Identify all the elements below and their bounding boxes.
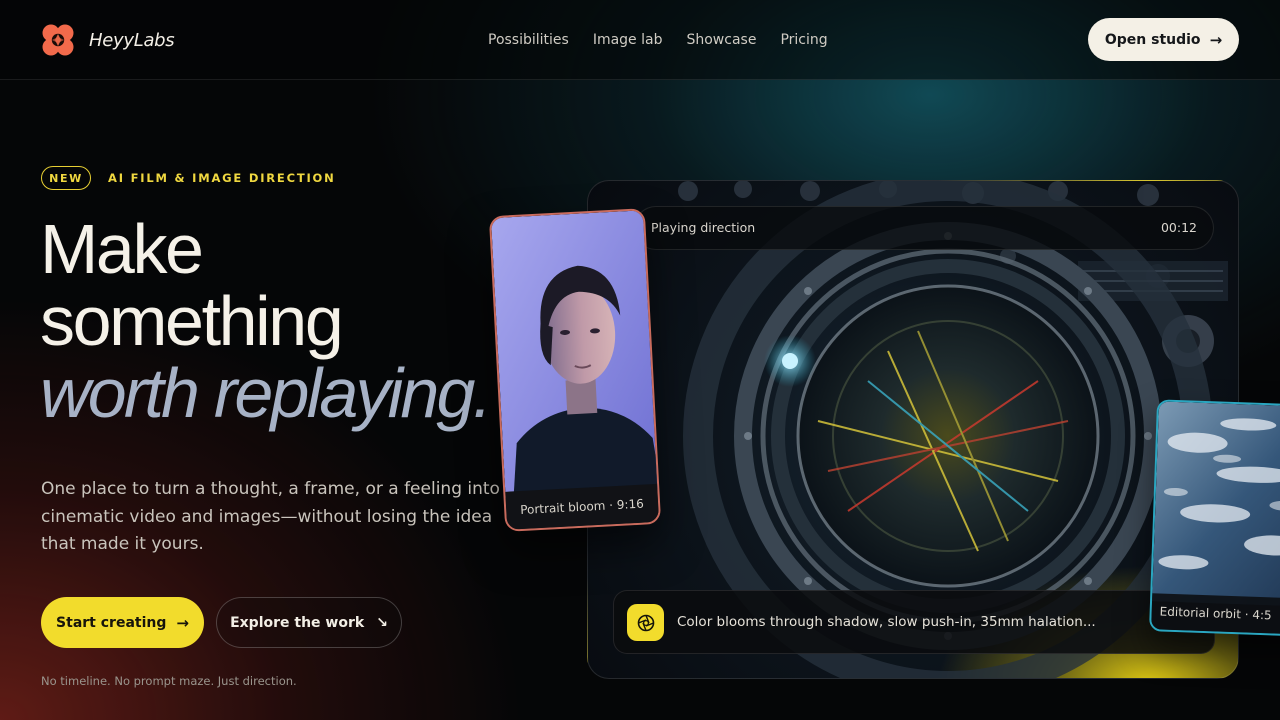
arrow-right-icon: →	[176, 613, 189, 632]
headline-line-1: Make	[40, 210, 204, 288]
start-creating-label: Start creating	[56, 614, 167, 631]
aperture-icon	[627, 604, 664, 641]
nav-link-pricing[interactable]: Pricing	[780, 30, 827, 50]
prompt-bar[interactable]: Color blooms through shadow, slow push-i…	[613, 590, 1215, 654]
portrait-card[interactable]: Portrait bloom · 9:16	[488, 208, 662, 532]
eyebrow-text: AI FILM & IMAGE DIRECTION	[108, 171, 336, 185]
hero-footnote: No timeline. No prompt maze. Just direct…	[41, 674, 297, 688]
playback-status: Playing direction	[651, 220, 756, 235]
start-creating-button[interactable]: Start creating →	[41, 597, 204, 648]
top-nav: HeyyLabs Possibilities Image lab Showcas…	[0, 0, 1280, 80]
hero-headline: Make something worth replaying.	[40, 213, 560, 429]
eyebrow-row: NEW AI FILM & IMAGE DIRECTION	[41, 166, 336, 190]
earth-orbit-image	[1152, 401, 1280, 607]
brand[interactable]: HeyyLabs	[41, 22, 175, 58]
nav-link-showcase[interactable]: Showcase	[686, 30, 756, 50]
earth-caption: Editorial orbit · 4:5	[1151, 593, 1280, 635]
nav-links: Possibilities Image lab Showcase Pricing	[488, 30, 852, 50]
brand-name: HeyyLabs	[89, 29, 175, 51]
prompt-text: Color blooms through shadow, slow push-i…	[677, 614, 1096, 630]
new-badge: NEW	[41, 166, 91, 190]
open-studio-button[interactable]: Open studio →	[1088, 18, 1239, 61]
portrait-image	[490, 210, 662, 498]
headline-line-3: worth replaying.	[40, 354, 492, 432]
nav-link-possibilities[interactable]: Possibilities	[488, 30, 569, 50]
flower-aperture-icon	[42, 24, 74, 56]
arrow-right-icon: →	[1209, 30, 1223, 49]
explore-work-button[interactable]: Explore the work ↘	[216, 597, 402, 648]
headline-line-2: something	[40, 282, 344, 360]
playback-timecode: 00:12	[1160, 220, 1197, 235]
nav-link-image-lab[interactable]: Image lab	[593, 30, 663, 50]
open-studio-label: Open studio	[1104, 31, 1201, 48]
explore-work-label: Explore the work	[230, 614, 365, 631]
video-stage[interactable]: Playing direction 00:12 Color blooms thr…	[587, 180, 1239, 679]
arrow-down-right-icon: ↘	[376, 614, 388, 631]
playback-bar[interactable]: Playing direction 00:12	[634, 206, 1214, 250]
portrait-caption: Portrait bloom · 9:16	[505, 483, 660, 530]
hero-lede: One place to turn a thought, a frame, or…	[41, 479, 500, 554]
earth-card[interactable]: Editorial orbit · 4:5	[1149, 399, 1280, 637]
